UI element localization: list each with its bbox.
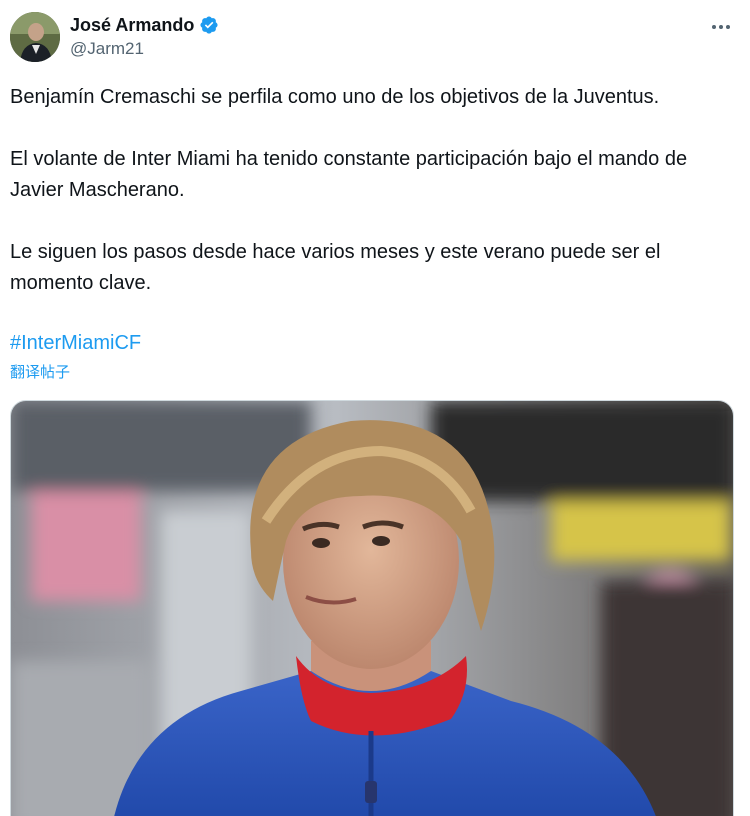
display-name-row: José Armando [70, 14, 219, 36]
tweet-text: Benjamín Cremaschi se perfila como uno d… [10, 82, 740, 299]
tweet-paragraph-1: Benjamín Cremaschi se perfila como uno d… [10, 86, 660, 108]
display-name[interactable]: José Armando [70, 14, 194, 36]
user-handle[interactable]: @Jarm21 [70, 38, 219, 60]
tweet-media-photo[interactable] [10, 400, 734, 816]
tweet-header: José Armando @Jarm21 [10, 12, 740, 64]
author-avatar[interactable] [10, 12, 60, 62]
tweet-paragraph-3: Le siguen los pasos desde hace varios me… [10, 241, 661, 294]
more-options-icon[interactable] [708, 16, 734, 38]
tweet-paragraph-2: El volante de Inter Miami ha tenido cons… [10, 148, 688, 201]
hashtag-link[interactable]: #InterMiamiCF [10, 328, 141, 359]
verified-badge-icon[interactable] [199, 15, 219, 35]
author-names: José Armando @Jarm21 [70, 14, 219, 60]
translate-post-link[interactable]: 翻译帖子 [10, 363, 70, 383]
avatar-image [10, 12, 60, 62]
player-photo [11, 401, 733, 816]
